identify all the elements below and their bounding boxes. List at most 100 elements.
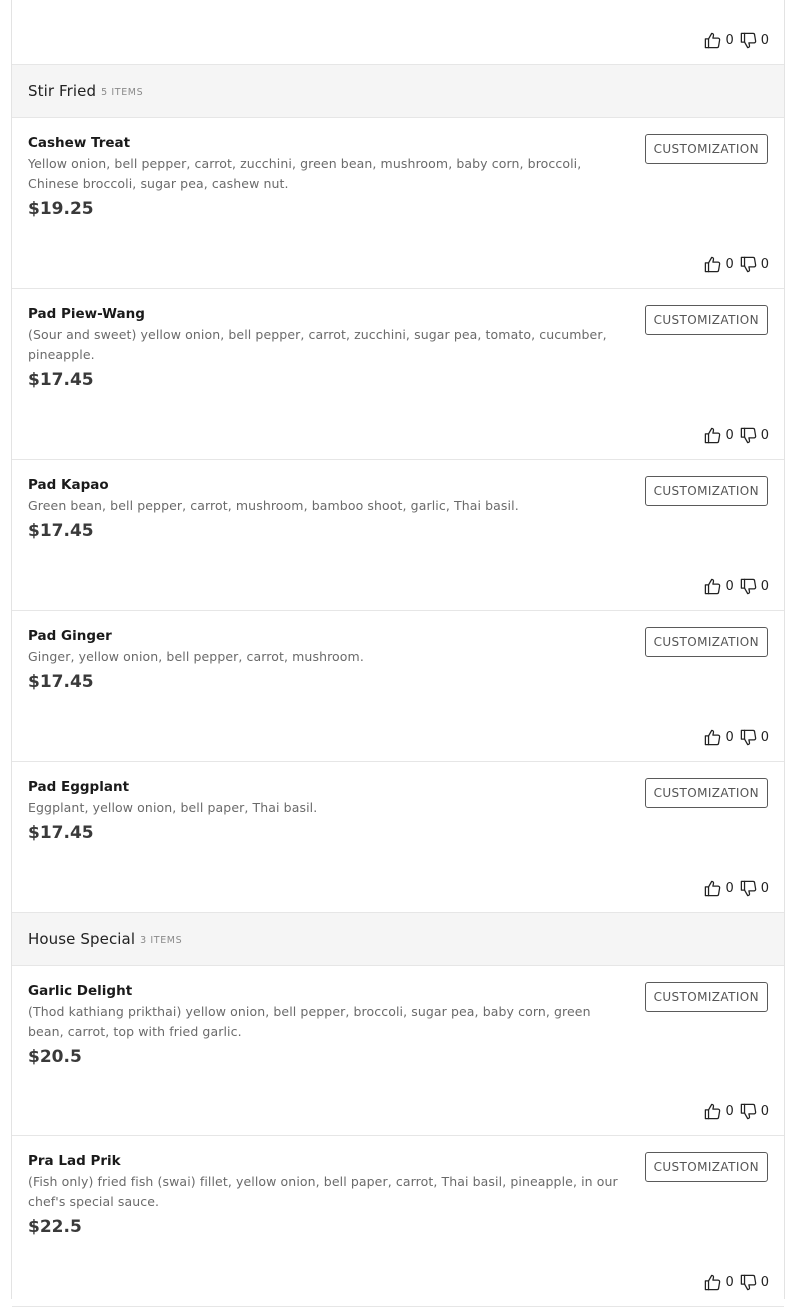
item-price: $19.25 (28, 199, 94, 219)
item-description: Green bean, bell pepper, carrot, mushroo… (28, 498, 519, 513)
like-button[interactable]: 0 (703, 577, 738, 596)
section-title: Stir Fried (28, 82, 97, 100)
like-button[interactable]: 0 (703, 728, 738, 747)
item-name: Pad Kapao (28, 477, 109, 493)
vote-bar: 00 (703, 1102, 769, 1121)
thumbs-up-icon (705, 578, 721, 595)
menu-item[interactable]: Pad Ginger Ginger, yellow onion, bell pep… (12, 611, 784, 762)
item-name: Pad Eggplant (28, 779, 130, 795)
customization-button[interactable]: CUSTOMIZATION (644, 982, 768, 1012)
like-button[interactable]: 0 (703, 31, 738, 50)
item-info: Cashew Treat Yellow onion, bell pepper, c… (28, 135, 628, 221)
menu-item[interactable]: Garlic Delight (Thod kathiang prikthai) y… (12, 966, 784, 1136)
dislike-button[interactable]: 0 (739, 1102, 769, 1121)
dislike-button[interactable]: 0 (739, 426, 769, 445)
customization-button[interactable]: CUSTOMIZATION (644, 1152, 768, 1182)
like-count: 0 (725, 33, 734, 48)
section-item-count: 5 ITEMS (101, 87, 144, 98)
customization-button[interactable]: CUSTOMIZATION (644, 305, 768, 335)
item-price: $17.45 (28, 370, 94, 390)
vote-bar: 00 (703, 1273, 769, 1292)
dislike-count: 0 (760, 730, 769, 745)
item-price: $17.45 (28, 521, 94, 541)
menu-item[interactable]: Pad Kapao Green bean, bell pepper, carrot… (12, 460, 784, 611)
item-info: Pra Lad Prik (Fish only) fried fish (swai… (28, 1153, 628, 1239)
thumbs-up-icon (705, 1274, 721, 1291)
item-info: Pad Eggplant Eggplant, yellow onion, bell… (28, 779, 628, 845)
customization-button[interactable]: CUSTOMIZATION (644, 134, 768, 164)
section-title: House Special (28, 930, 136, 948)
section-header: Stir Fried 5 ITEMS (12, 65, 784, 118)
thumbs-down-icon (740, 880, 756, 897)
thumbs-up-icon (705, 32, 721, 49)
customization-button[interactable]: CUSTOMIZATION (644, 778, 768, 808)
item-name: Cashew Treat (28, 135, 131, 151)
like-button[interactable]: 0 (703, 426, 738, 445)
item-price: $17.45 (28, 672, 94, 692)
dislike-count: 0 (760, 1275, 769, 1290)
like-button[interactable]: 0 (703, 1102, 738, 1121)
item-description: Ginger, yellow onion, bell pepper, carro… (28, 649, 364, 664)
item-name: Pad Ginger (28, 628, 112, 644)
thumbs-down-icon (740, 1274, 756, 1291)
like-count: 0 (725, 1104, 734, 1119)
vote-bar: 00 (703, 255, 769, 274)
dislike-count: 0 (760, 579, 769, 594)
like-count: 0 (725, 881, 734, 896)
thumbs-down-icon (740, 578, 756, 595)
thumbs-up-icon (705, 1103, 721, 1120)
item-name: Pra Lad Prik (28, 1153, 121, 1169)
dislike-count: 0 (760, 257, 769, 272)
item-price: $20.5 (28, 1047, 82, 1067)
item-info: Pad Kapao Green bean, bell pepper, carrot… (28, 477, 628, 543)
menu-item-partial: 0 0 (12, 0, 784, 65)
thumbs-up-icon (705, 256, 721, 273)
item-info: Pad Piew-Wang (Sour and sweet) yellow oni… (28, 306, 628, 392)
thumbs-down-icon (740, 32, 756, 49)
dislike-button[interactable]: 0 (739, 879, 769, 898)
thumbs-up-icon (705, 729, 721, 746)
vote-bar: 00 (703, 426, 769, 445)
like-count: 0 (725, 579, 734, 594)
thumbs-down-icon (740, 256, 756, 273)
dislike-button[interactable]: 0 (739, 31, 769, 50)
thumbs-down-icon (740, 1103, 756, 1120)
section-header: House Special 3 ITEMS (12, 913, 784, 966)
item-price: $17.45 (28, 823, 94, 843)
like-button[interactable]: 0 (703, 255, 738, 274)
thumbs-down-icon (740, 729, 756, 746)
dislike-button[interactable]: 0 (739, 1273, 769, 1292)
menu-item[interactable]: Pad Eggplant Eggplant, yellow onion, bell… (12, 762, 784, 913)
dislike-count: 0 (760, 428, 769, 443)
vote-bar: 0 0 (703, 31, 769, 50)
item-info: Pad Ginger Ginger, yellow onion, bell pep… (28, 628, 628, 694)
item-name: Garlic Delight (28, 983, 133, 999)
menu-item[interactable]: Pra Lad Prik (Fish only) fried fish (swai… (12, 1136, 784, 1307)
customization-button[interactable]: CUSTOMIZATION (644, 476, 768, 506)
item-price: $22.5 (28, 1217, 82, 1237)
vote-bar: 00 (703, 879, 769, 898)
item-description: Eggplant, yellow onion, bell paper, Thai… (28, 800, 318, 815)
item-description: (Thod kathiang prikthai) yellow onion, b… (28, 1004, 591, 1039)
like-button[interactable]: 0 (703, 1273, 738, 1292)
vote-bar: 00 (703, 577, 769, 596)
thumbs-down-icon (740, 427, 756, 444)
like-count: 0 (725, 1275, 734, 1290)
like-count: 0 (725, 257, 734, 272)
menu-item[interactable]: Pad Piew-Wang (Sour and sweet) yellow oni… (12, 289, 784, 460)
item-description: Yellow onion, bell pepper, carrot, zucch… (28, 156, 582, 191)
item-description: (Sour and sweet) yellow onion, bell pepp… (28, 327, 607, 362)
customization-button[interactable]: CUSTOMIZATION (644, 627, 768, 657)
dislike-count: 0 (760, 881, 769, 896)
like-button[interactable]: 0 (703, 879, 738, 898)
item-description: (Fish only) fried fish (swai) fillet, ye… (28, 1174, 618, 1209)
menu-item[interactable]: Cashew Treat Yellow onion, bell pepper, c… (12, 118, 784, 289)
like-count: 0 (725, 428, 734, 443)
menu-list: 0 0 Stir Fried 5 ITEMS Cashew Treat Yellow … (11, 0, 785, 1307)
thumbs-up-icon (705, 880, 721, 897)
dislike-count: 0 (760, 33, 769, 48)
dislike-button[interactable]: 0 (739, 255, 769, 274)
dislike-count: 0 (760, 1104, 769, 1119)
dislike-button[interactable]: 0 (739, 577, 769, 596)
dislike-button[interactable]: 0 (739, 728, 769, 747)
